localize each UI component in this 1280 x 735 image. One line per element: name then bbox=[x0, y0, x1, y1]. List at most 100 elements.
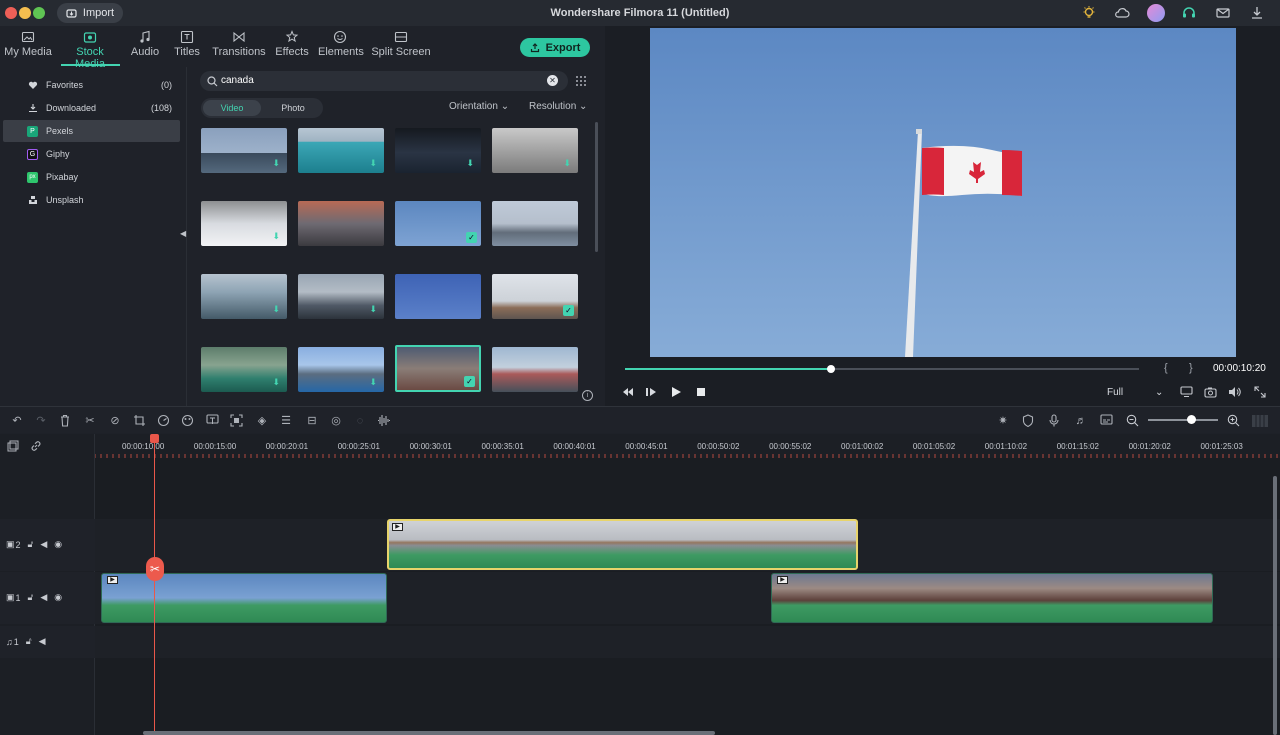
collapse-sidebar-icon[interactable]: ◀ bbox=[180, 229, 186, 238]
video-toggle[interactable]: Video bbox=[203, 100, 261, 116]
photo-toggle[interactable]: Photo bbox=[264, 100, 322, 116]
media-thumbnail[interactable]: ⬇ bbox=[298, 128, 384, 173]
media-thumbnail[interactable] bbox=[492, 201, 578, 246]
crop-icon[interactable] bbox=[133, 414, 147, 428]
audio-mixer-icon[interactable]: ♬ bbox=[1074, 414, 1088, 428]
text-icon[interactable] bbox=[206, 414, 220, 428]
media-thumbnail[interactable]: ✓ bbox=[492, 274, 578, 319]
freeze-frame-icon[interactable]: ⊟ bbox=[303, 414, 321, 428]
mask-icon[interactable]: ◈ bbox=[255, 414, 269, 428]
play-icon[interactable] bbox=[670, 386, 682, 398]
camera-icon[interactable] bbox=[1204, 386, 1217, 398]
timeline-horizontal-scrollbar[interactable] bbox=[143, 731, 715, 735]
media-thumbnail[interactable]: ⬇ bbox=[298, 347, 384, 392]
timeline-vertical-scrollbar[interactable] bbox=[1273, 476, 1277, 735]
download-icon[interactable]: ⬇ bbox=[466, 158, 474, 169]
render-icon[interactable]: ✷ bbox=[996, 414, 1010, 428]
play-frame-icon[interactable] bbox=[645, 386, 658, 398]
grid-view-icon[interactable] bbox=[575, 75, 587, 87]
frame-icon[interactable] bbox=[230, 414, 244, 428]
lightbulb-icon[interactable] bbox=[1081, 5, 1097, 21]
volume-icon[interactable] bbox=[1228, 386, 1241, 398]
zoom-in-icon[interactable] bbox=[1227, 414, 1241, 428]
speed-icon[interactable] bbox=[157, 414, 171, 428]
shield-icon[interactable] bbox=[1022, 414, 1036, 428]
link-icon[interactable] bbox=[30, 440, 42, 452]
delete-icon[interactable] bbox=[59, 414, 73, 428]
stop-icon[interactable] bbox=[696, 387, 706, 397]
zoom-slider-knob[interactable] bbox=[1187, 415, 1196, 424]
lock-icon[interactable]: 🔓︎ bbox=[28, 592, 34, 603]
eye-icon[interactable]: ◉ bbox=[54, 592, 62, 603]
color-icon[interactable] bbox=[181, 414, 195, 428]
microphone-icon[interactable] bbox=[1048, 414, 1062, 428]
media-thumbnail[interactable]: ⬇ bbox=[492, 128, 578, 173]
clear-search-icon[interactable]: ✕ bbox=[547, 75, 558, 86]
media-thumbnail[interactable] bbox=[298, 201, 384, 246]
playback-scrubber[interactable] bbox=[826, 365, 835, 373]
sidebar-item-favorites[interactable]: Favorites (0) bbox=[3, 74, 180, 96]
stabilize-icon[interactable]: ◌ bbox=[353, 414, 367, 428]
tab-stock-media[interactable]: Stock Media bbox=[60, 30, 120, 70]
zoom-slider[interactable] bbox=[1148, 419, 1218, 421]
timeline-clip[interactable]: ▶ bbox=[771, 573, 1213, 623]
resolution-dropdown[interactable]: Resolution ⌄ bbox=[529, 101, 587, 112]
monitor-icon[interactable] bbox=[1180, 386, 1193, 398]
media-thumbnail[interactable]: ⬇ bbox=[201, 201, 287, 246]
tab-audio[interactable]: Audio bbox=[128, 30, 162, 64]
split-scissors-icon[interactable]: ✂ bbox=[146, 557, 164, 581]
media-thumbnail[interactable]: ✓ bbox=[395, 201, 481, 246]
playhead[interactable] bbox=[154, 437, 155, 735]
avatar[interactable] bbox=[1147, 4, 1165, 22]
tab-elements[interactable]: Elements bbox=[318, 30, 364, 64]
media-thumbnail[interactable]: ⬇ bbox=[201, 274, 287, 319]
media-thumbnail[interactable] bbox=[395, 274, 481, 319]
search-input[interactable]: canada bbox=[221, 75, 254, 86]
zoom-out-icon[interactable] bbox=[1126, 414, 1140, 428]
download-icon[interactable] bbox=[1249, 5, 1265, 21]
download-icon[interactable]: ⬇ bbox=[369, 158, 377, 169]
motion-tracking-icon[interactable]: ◎ bbox=[329, 414, 343, 428]
mark-out-button[interactable]: } bbox=[1189, 362, 1193, 374]
lock-icon[interactable]: 🔓︎ bbox=[28, 539, 34, 550]
adjust-icon[interactable]: ☰ bbox=[279, 414, 293, 428]
speaker-icon[interactable]: ◀︎ bbox=[40, 539, 47, 550]
info-icon[interactable]: i bbox=[582, 390, 593, 401]
sidebar-item-unsplash[interactable]: Unsplash bbox=[3, 189, 180, 211]
cut-icon[interactable]: ✂ bbox=[83, 414, 97, 428]
sidebar-item-giphy[interactable]: G Giphy bbox=[3, 143, 180, 165]
headset-icon[interactable] bbox=[1181, 5, 1197, 21]
media-thumbnail[interactable]: ⬇ bbox=[201, 128, 287, 173]
lock-icon[interactable]: 🔓︎ bbox=[26, 636, 32, 647]
sidebar-item-pixabay[interactable]: px Pixabay bbox=[3, 166, 180, 188]
audio-wave-icon[interactable] bbox=[377, 414, 391, 428]
export-button[interactable]: Export bbox=[520, 38, 590, 57]
download-icon[interactable]: ⬇ bbox=[272, 304, 280, 315]
zoom-select[interactable]: Full ⌄ bbox=[1107, 387, 1165, 398]
mark-in-button[interactable]: { bbox=[1164, 362, 1168, 374]
sidebar-item-downloaded[interactable]: Downloaded (108) bbox=[3, 97, 180, 119]
media-thumbnail[interactable]: ⬇ bbox=[201, 347, 287, 392]
tab-split-screen[interactable]: Split Screen bbox=[370, 30, 432, 64]
download-icon[interactable]: ⬇ bbox=[369, 304, 377, 315]
download-icon[interactable]: ⬇ bbox=[272, 377, 280, 388]
sidebar-item-pexels[interactable]: P Pexels bbox=[3, 120, 180, 142]
search-field[interactable] bbox=[200, 71, 568, 91]
tab-titles[interactable]: Titles bbox=[170, 30, 204, 64]
tab-effects[interactable]: Effects bbox=[274, 30, 310, 64]
fullscreen-icon[interactable] bbox=[1254, 386, 1266, 398]
orientation-dropdown[interactable]: Orientation ⌄ bbox=[449, 101, 509, 112]
add-track-icon[interactable] bbox=[7, 440, 19, 452]
mail-icon[interactable] bbox=[1215, 5, 1231, 21]
layout-icon[interactable] bbox=[1252, 414, 1270, 428]
media-thumbnail-selected[interactable]: ✓ bbox=[395, 345, 481, 392]
speaker-icon[interactable]: ◀︎ bbox=[39, 636, 46, 647]
media-thumbnail[interactable] bbox=[492, 347, 578, 392]
media-thumbnail[interactable]: ⬇ bbox=[298, 274, 384, 319]
download-icon[interactable]: ⬇ bbox=[272, 158, 280, 169]
timeline-clip-selected[interactable]: ▶ bbox=[387, 519, 858, 570]
undo-icon[interactable]: ↶ bbox=[10, 414, 24, 428]
download-icon[interactable]: ⬇ bbox=[369, 377, 377, 388]
download-icon[interactable]: ⬇ bbox=[272, 231, 280, 242]
media-scrollbar[interactable] bbox=[595, 122, 598, 252]
